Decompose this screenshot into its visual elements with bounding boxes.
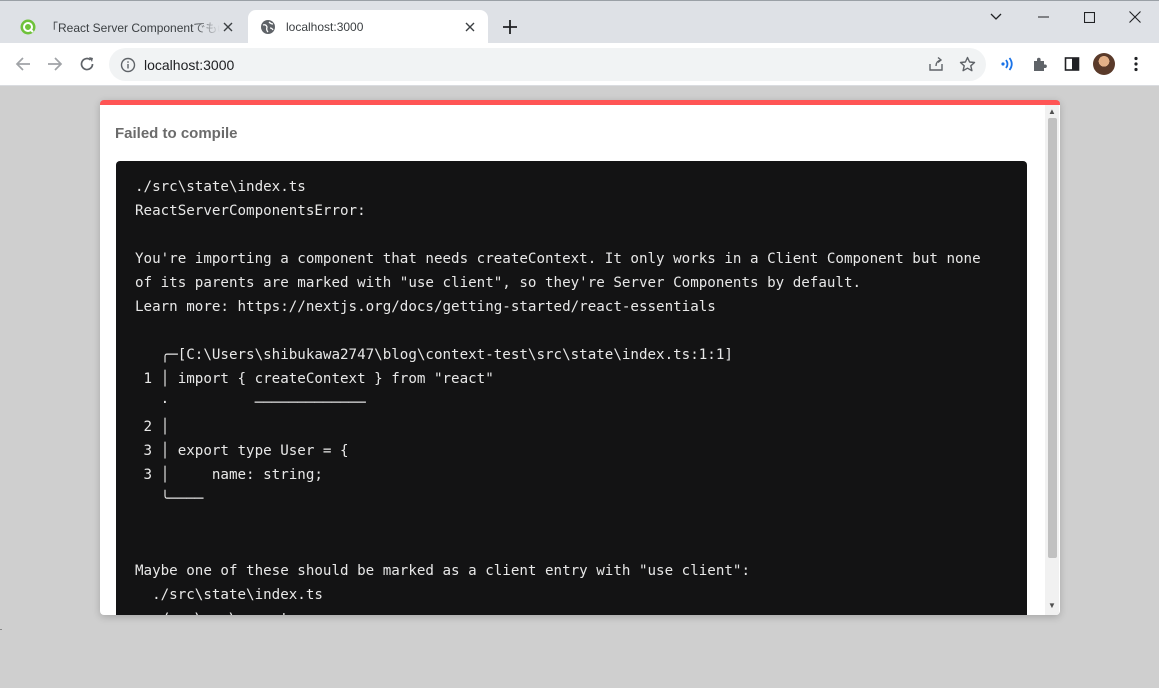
page-edge-mark (0, 629, 2, 630)
minimize-button[interactable] (1020, 3, 1066, 31)
url-text: localhost:3000 (144, 56, 235, 73)
menu-kebab-icon[interactable] (1126, 54, 1146, 74)
back-button[interactable] (9, 50, 37, 78)
close-tab-icon[interactable] (462, 19, 478, 35)
scroll-up-arrow-icon[interactable]: ▲ (1048, 108, 1056, 116)
code-line: ╰──── (135, 491, 204, 507)
code-line: 1 │ import { createContext } from "react… (135, 371, 494, 387)
error-overlay: Failed to compile ./src\state\index.ts R… (100, 100, 1060, 615)
share-icon[interactable] (927, 55, 945, 73)
scrollbar-thumb[interactable] (1048, 118, 1057, 558)
arrow-right-icon (48, 57, 63, 71)
code-line: 3 │ name: string; (135, 467, 323, 483)
page-viewport: Failed to compile ./src\state\index.ts R… (0, 86, 1159, 688)
bookmark-star-icon[interactable] (958, 55, 976, 73)
tab-search-button[interactable] (973, 3, 1019, 31)
minimize-icon (1037, 16, 1049, 18)
profile-avatar[interactable] (1093, 53, 1115, 75)
maximize-button[interactable] (1066, 3, 1112, 31)
plus-icon (503, 20, 517, 34)
tab-localhost[interactable]: localhost:3000 (248, 10, 488, 44)
side-panel-icon[interactable] (1062, 54, 1082, 74)
code-line: ./src\state\index.ts (135, 587, 323, 603)
reload-button[interactable] (73, 50, 101, 78)
scroll-down-arrow-icon[interactable]: ▼ (1048, 602, 1056, 610)
extension-audio-icon[interactable] (998, 54, 1018, 74)
code-line: 2 │ (135, 419, 170, 435)
tab-strip: 「React Server Componentでもuse localhost:3… (0, 0, 1159, 44)
close-tab-icon[interactable] (220, 19, 236, 35)
reload-icon (80, 57, 94, 71)
error-title: Failed to compile (115, 125, 238, 142)
error-code-block: ./src\state\index.ts ReactServerComponen… (116, 161, 1027, 615)
forward-button[interactable] (41, 50, 69, 78)
code-line: ╭─[C:\Users\shibukawa2747\blog\context-t… (135, 347, 733, 363)
code-line: You're importing a component that needs … (135, 251, 981, 267)
new-tab-button[interactable] (498, 15, 522, 39)
site-info-icon[interactable] (120, 57, 136, 73)
arrow-left-icon (15, 57, 30, 71)
error-message: ./src\state\index.ts ReactServerComponen… (135, 175, 1027, 615)
maximize-icon (1083, 11, 1095, 23)
code-line: of its parents are marked with "use clie… (135, 275, 862, 291)
chevron-down-icon (990, 13, 1002, 20)
code-line: Maybe one of these should be marked as a… (135, 563, 750, 579)
tab-title: 「React Server Componentでもuse (46, 20, 220, 35)
tab-title: localhost:3000 (286, 20, 364, 34)
zenn-icon (20, 19, 36, 35)
extensions-puzzle-icon[interactable] (1030, 54, 1050, 74)
code-line: ReactServerComponentsError: (135, 203, 366, 219)
address-bar[interactable]: localhost:3000 (109, 48, 986, 81)
code-line: 3 │ export type User = { (135, 443, 349, 459)
close-window-button[interactable] (1112, 3, 1158, 31)
close-icon (1129, 11, 1141, 23)
browser-toolbar: localhost:3000 (0, 43, 1159, 86)
overlay-scrollbar[interactable]: ▲ ▼ (1045, 105, 1059, 615)
globe-icon (260, 19, 276, 35)
code-line: ./src\state\index.ts (135, 179, 306, 195)
code-line: ./src\app\page.tsx (135, 611, 306, 615)
code-line: · ───────────── (135, 395, 366, 411)
tab-zenn-article[interactable]: 「React Server Componentでもuse (8, 10, 246, 44)
code-line: Learn more: https://nextjs.org/docs/gett… (135, 299, 716, 315)
